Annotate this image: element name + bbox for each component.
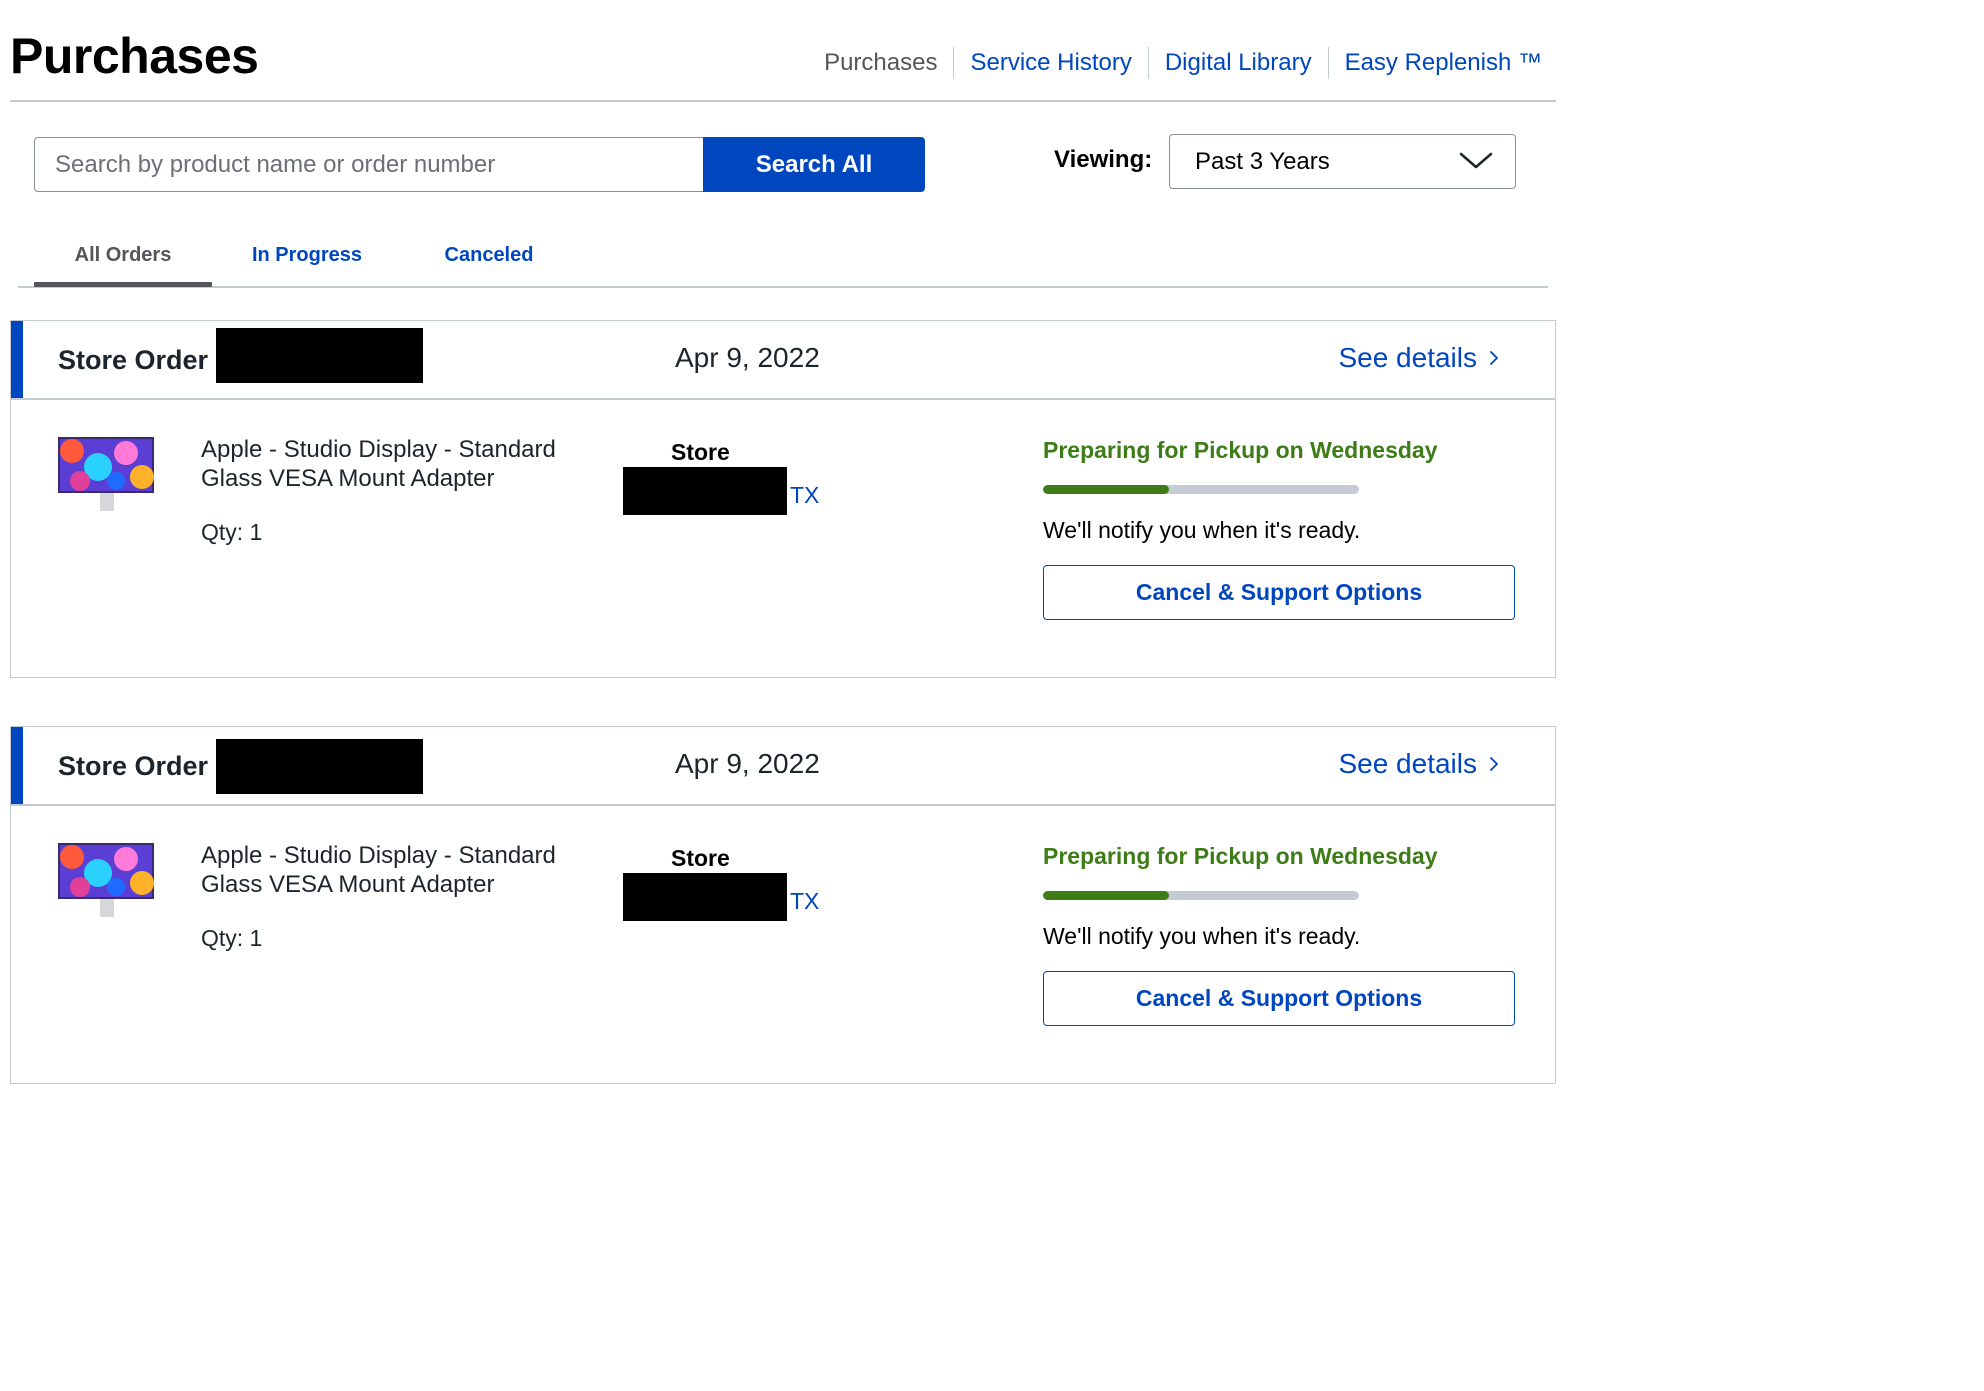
active-tab-indicator	[34, 282, 212, 287]
see-details-link[interactable]: See details	[1338, 341, 1499, 375]
order-date: Apr 9, 2022	[675, 342, 820, 373]
chevron-down-icon	[1459, 152, 1493, 169]
tab-label: In Progress	[251, 244, 363, 266]
redacted-order-number	[216, 739, 423, 794]
quantity: Qty: 1	[201, 925, 263, 951]
viewing-period-select[interactable]: Past 3 Years	[1169, 134, 1516, 189]
tab-canceled[interactable]: Canceled	[400, 240, 578, 286]
notify-message: We'll notify you when it's ready.	[1043, 923, 1361, 949]
see-details-link[interactable]: See details	[1338, 747, 1499, 781]
order-type-label: Store Order	[58, 751, 209, 781]
viewing-period-value: Past 3 Years	[1195, 147, 1330, 175]
cancel-support-button[interactable]: Cancel & Support Options	[1043, 971, 1515, 1026]
account-nav: Purchases Service History Digital Librar…	[808, 46, 1558, 80]
store-label: Store	[671, 439, 730, 465]
order-progress-bar	[1043, 891, 1359, 900]
nav-purchases[interactable]: Purchases	[808, 47, 953, 79]
product-name[interactable]: Apple - Studio Display - Standard Glass …	[201, 841, 601, 899]
search-all-button[interactable]: Search All	[703, 137, 925, 192]
see-details-label: See details	[1338, 342, 1477, 373]
nav-easy-replenish[interactable]: Easy Replenish ™	[1327, 47, 1558, 79]
chevron-right-icon	[1490, 757, 1498, 771]
tabs-divider	[18, 286, 1548, 288]
order-date: Apr 9, 2022	[675, 748, 820, 779]
order-status: Preparing for Pickup on Wednesday	[1043, 437, 1438, 463]
tab-in-progress[interactable]: In Progress	[218, 240, 396, 286]
tab-all-orders[interactable]: All Orders	[34, 240, 212, 286]
page-title: Purchases	[10, 28, 259, 84]
tab-label: All Orders	[74, 244, 172, 266]
chevron-right-icon	[1490, 351, 1498, 365]
order-progress-fill	[1043, 485, 1170, 494]
store-location-link[interactable]: TX	[790, 481, 819, 509]
order-header-divider	[11, 398, 1555, 400]
search-input[interactable]	[34, 137, 704, 192]
nav-digital-library[interactable]: Digital Library	[1147, 47, 1328, 79]
order-accent-bar	[11, 321, 23, 398]
redacted-store-address	[623, 873, 787, 921]
order-accent-bar	[11, 727, 23, 804]
viewing-label: Viewing:	[1054, 146, 1153, 173]
header-divider	[10, 100, 1556, 102]
order-status: Preparing for Pickup on Wednesday	[1043, 843, 1438, 869]
nav-service-history[interactable]: Service History	[953, 47, 1147, 79]
product-name[interactable]: Apple - Studio Display - Standard Glass …	[201, 435, 601, 493]
order-progress-fill	[1043, 891, 1170, 900]
store-label: Store	[671, 845, 730, 871]
product-thumbnail[interactable]	[58, 437, 154, 513]
order-card: Store Order Apr 9, 2022 See details Appl…	[10, 320, 1556, 678]
order-type-label: Store Order	[58, 345, 209, 375]
store-location-link[interactable]: TX	[790, 887, 819, 915]
order-card: Store Order Apr 9, 2022 See details Appl…	[10, 726, 1556, 1084]
redacted-store-address	[623, 467, 787, 515]
tab-label: Canceled	[444, 244, 534, 266]
redacted-order-number	[216, 328, 423, 383]
see-details-label: See details	[1338, 748, 1477, 779]
cancel-support-button[interactable]: Cancel & Support Options	[1043, 565, 1515, 620]
notify-message: We'll notify you when it's ready.	[1043, 517, 1361, 543]
product-thumbnail[interactable]	[58, 843, 154, 919]
quantity: Qty: 1	[201, 519, 263, 545]
order-progress-bar	[1043, 485, 1359, 494]
order-header-divider	[11, 804, 1555, 806]
